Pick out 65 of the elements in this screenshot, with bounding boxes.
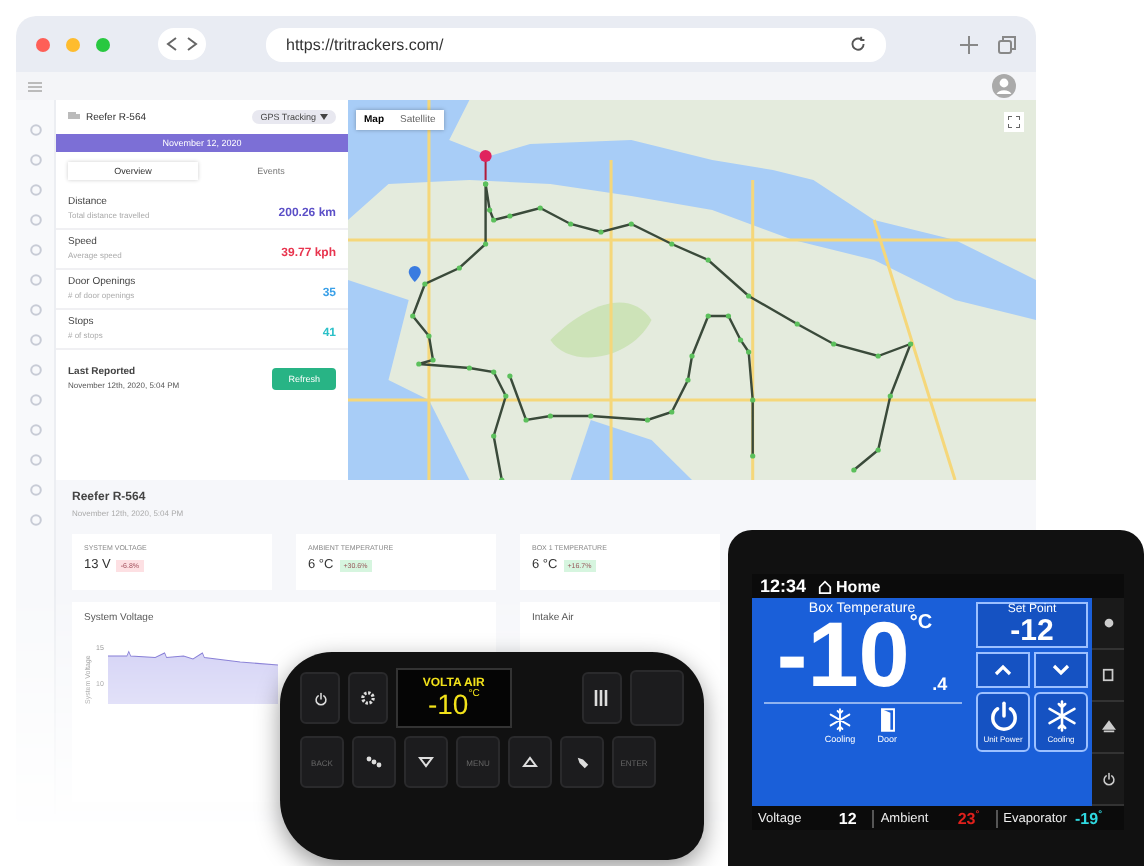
address-bar[interactable]: https://tritrackers.com/ <box>266 27 886 61</box>
flashlight-icon <box>575 755 589 769</box>
nav-circle-icon[interactable] <box>29 154 41 166</box>
nav-circle-icon[interactable] <box>29 244 41 256</box>
nav-circle-icon[interactable] <box>29 184 41 196</box>
fan-key[interactable] <box>581 672 622 724</box>
power-icon <box>1101 772 1115 786</box>
nav-circle-icon[interactable] <box>29 454 41 466</box>
clock-text: 12:34 <box>760 576 807 596</box>
unit-label: °C <box>909 616 933 633</box>
door-icon <box>875 708 900 733</box>
caret-icon <box>320 114 328 120</box>
controller-key[interactable] <box>560 736 604 788</box>
chevron-up-icon <box>994 664 1012 676</box>
snowflake-icon <box>1045 700 1077 732</box>
nav-circle-icon[interactable] <box>29 424 41 436</box>
decrease-button[interactable] <box>1034 652 1088 688</box>
zoom-window-dot[interactable] <box>96 37 110 51</box>
nav-circle-icon[interactable] <box>29 124 41 136</box>
avatar-icon[interactable] <box>992 74 1016 98</box>
tabs-icon[interactable] <box>998 35 1016 53</box>
back-icon[interactable] <box>166 36 178 52</box>
nav-circle-icon[interactable] <box>29 274 41 286</box>
nav-circle-icon[interactable] <box>29 304 41 316</box>
power-key[interactable] <box>300 672 340 724</box>
forward-icon[interactable] <box>186 36 198 52</box>
power-icon <box>987 700 1019 732</box>
nav-circle-icon[interactable] <box>29 334 41 346</box>
nav-circle-icon[interactable] <box>29 364 41 376</box>
snowflake-icon <box>827 708 852 733</box>
nav-circle-icon[interactable] <box>29 514 41 526</box>
side-button[interactable] <box>1092 650 1124 702</box>
nav-circle-icon[interactable] <box>29 394 41 406</box>
box-temperature: -10 <box>776 616 910 695</box>
side-button[interactable] <box>1092 702 1124 754</box>
home-icon <box>818 579 833 593</box>
plus-icon[interactable] <box>960 35 978 53</box>
reading-value: 12 <box>838 809 857 827</box>
down-triangle-icon <box>418 756 434 768</box>
set-point-value: -12 <box>1008 616 1056 646</box>
nav-circle-icon[interactable] <box>29 214 41 226</box>
reload-icon[interactable] <box>850 36 866 52</box>
close-window-dot[interactable] <box>36 37 50 51</box>
dots-icon <box>366 756 382 768</box>
chevron-down-icon <box>1052 664 1070 676</box>
fullscreen-icon <box>1008 116 1020 128</box>
power-icon <box>313 691 327 705</box>
settings-icon <box>360 690 376 706</box>
home-label[interactable]: Home <box>836 577 881 595</box>
minimize-window-dot[interactable] <box>66 37 80 51</box>
side-button[interactable] <box>1092 598 1124 650</box>
up-triangle-icon <box>522 756 538 768</box>
controller-key[interactable] <box>404 736 448 788</box>
menu-icon[interactable] <box>28 81 42 91</box>
increase-button[interactable] <box>976 652 1030 688</box>
settings-key[interactable] <box>348 672 388 724</box>
controller-temperature: -10 <box>427 690 469 718</box>
bars-icon <box>594 690 609 706</box>
controller-key[interactable] <box>352 736 396 788</box>
nav-circle-icon[interactable] <box>29 484 41 496</box>
controller-key[interactable] <box>508 736 552 788</box>
fullscreen-button[interactable] <box>1004 112 1024 132</box>
temperature-decimal: .4 <box>932 678 948 695</box>
eject-icon <box>1101 720 1115 734</box>
side-button[interactable] <box>1092 754 1124 806</box>
